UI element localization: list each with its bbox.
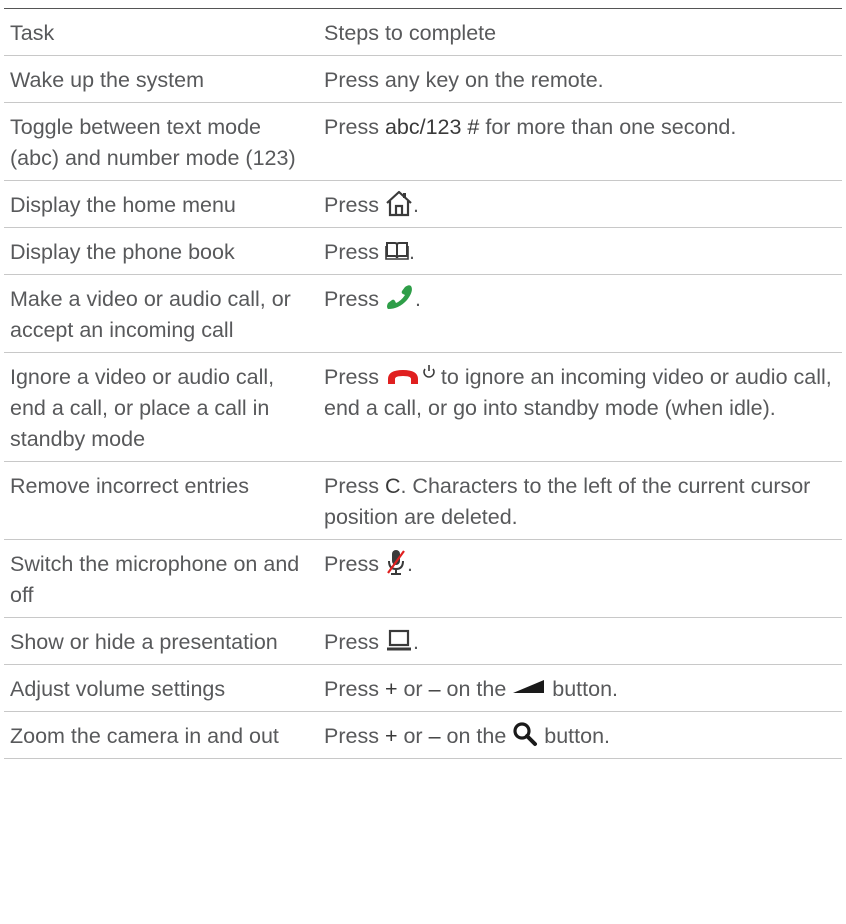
steps-text: Press: [324, 677, 385, 701]
task-cell: Show or hide a presentation: [10, 630, 278, 654]
header-task: Task: [10, 21, 55, 45]
phonebook-icon: [385, 240, 409, 261]
steps-text: .: [408, 240, 415, 264]
steps-cell: Press + or – on the button.: [318, 712, 842, 759]
plus-key: +: [384, 724, 398, 748]
task-cell: Wake up the system: [10, 68, 204, 92]
steps-cell: Press + or – on the button.: [318, 665, 842, 712]
steps-text: or: [397, 724, 429, 748]
call-icon: [385, 283, 415, 311]
steps-text: Press: [324, 240, 385, 264]
table-row: Ignore a video or audio call, end a call…: [4, 353, 842, 462]
table-row: Switch the microphone on and off Press .: [4, 540, 842, 618]
steps-text: .: [412, 630, 419, 654]
steps-cell: Press abc/123 # for more than one second…: [318, 103, 842, 181]
key-label: C: [384, 474, 401, 498]
document-page: Task Steps to complete Wake up the syste…: [0, 0, 846, 924]
task-cell: Make a video or audio call, or accept an…: [10, 287, 291, 342]
plus-key: +: [384, 677, 398, 701]
key-label: abc/123 #: [384, 115, 480, 139]
volume-icon: [512, 678, 546, 696]
table-row: Display the home menu Press .: [4, 181, 842, 228]
steps-text: Press: [324, 287, 385, 311]
table-row: Remove incorrect entries Press C. Charac…: [4, 462, 842, 540]
steps-text: Press: [324, 724, 385, 748]
steps-text: or: [397, 677, 429, 701]
table-row: Adjust volume settings Press + or – on t…: [4, 665, 842, 712]
task-cell: Toggle between text mode (abc) and numbe…: [10, 115, 296, 170]
steps-text: Press: [324, 365, 385, 389]
task-table: Task Steps to complete Wake up the syste…: [4, 8, 842, 759]
zoom-icon: [512, 721, 538, 747]
table-row: Toggle between text mode (abc) and numbe…: [4, 103, 842, 181]
steps-cell: Press any key on the remote.: [324, 68, 604, 92]
steps-text: button.: [538, 724, 611, 748]
mic-mute-icon: [385, 548, 407, 576]
task-cell: Remove incorrect entries: [10, 474, 249, 498]
steps-text: Press: [324, 115, 385, 139]
table-row: Show or hide a presentation Press .: [4, 618, 842, 665]
task-cell: Switch the microphone on and off: [10, 552, 300, 607]
header-steps: Steps to complete: [324, 21, 497, 45]
steps-text: .: [414, 287, 421, 311]
task-cell: Zoom the camera in and out: [10, 724, 279, 748]
steps-text: Press: [324, 630, 385, 654]
minus-key: –: [428, 677, 441, 701]
steps-cell: Press .: [318, 275, 842, 353]
steps-cell: Press .: [318, 228, 842, 275]
steps-text: on the: [440, 724, 513, 748]
steps-text: .: [406, 552, 413, 576]
task-cell: Adjust volume settings: [10, 677, 226, 701]
steps-text: Press: [324, 193, 385, 217]
table-row: Wake up the system Press any key on the …: [4, 56, 842, 103]
steps-cell: Press to ignore an incoming video or aud…: [318, 353, 842, 462]
task-cell: Display the phone book: [10, 240, 235, 264]
table-row: Zoom the camera in and out Press + or – …: [4, 712, 842, 759]
steps-text: for more than one second.: [479, 115, 737, 139]
steps-text: Press: [324, 552, 385, 576]
steps-text: on the: [440, 677, 513, 701]
table-row: Make a video or audio call, or accept an…: [4, 275, 842, 353]
steps-cell: Press .: [318, 618, 842, 665]
steps-cell: Press .: [318, 181, 842, 228]
presentation-icon: [385, 628, 413, 652]
steps-cell: Press .: [318, 540, 842, 618]
steps-text: .: [412, 193, 419, 217]
table-header-row: Task Steps to complete: [4, 8, 842, 56]
home-icon: [385, 189, 413, 217]
steps-cell: Press C. Characters to the left of the c…: [318, 462, 842, 540]
table-row: Display the phone book Press .: [4, 228, 842, 275]
task-cell: Ignore a video or audio call, end a call…: [10, 365, 275, 451]
steps-text: Press: [324, 474, 385, 498]
end-call-power-icon: [385, 364, 435, 386]
steps-text: button.: [546, 677, 619, 701]
minus-key: –: [428, 724, 441, 748]
task-cell: Display the home menu: [10, 193, 236, 217]
